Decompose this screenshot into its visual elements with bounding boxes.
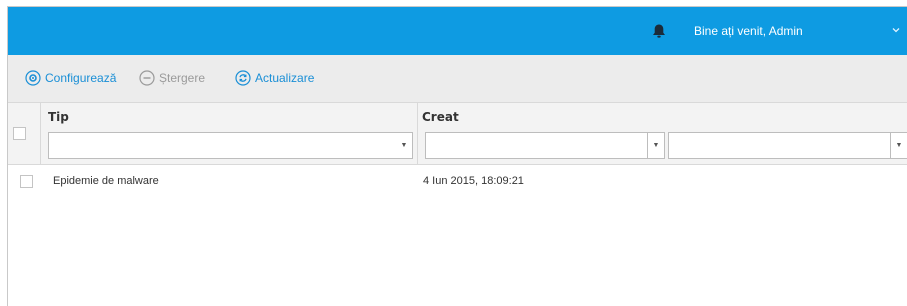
dropdown-arrow-icon: ▼ [647,133,664,158]
welcome-user-menu[interactable]: Bine ați venit, Admin [694,24,803,38]
table-header: Tip ▼ Creat ▼ ▼ [8,102,907,165]
row-checkbox[interactable] [20,175,33,188]
refresh-icon [235,70,251,86]
column-header-type[interactable]: Tip [48,110,69,124]
chevron-down-icon[interactable] [891,25,901,35]
refresh-label: Actualizare [255,71,315,85]
minus-circle-icon [139,70,155,86]
table-row[interactable]: Epidemie de malware 4 Iun 2015, 18:09:21 [8,165,907,199]
dropdown-arrow-icon: ▼ [890,133,907,158]
row-type: Epidemie de malware [53,175,159,187]
gear-circle-icon [25,70,41,86]
dropdown-arrow-icon: ▼ [400,142,408,149]
column-divider [417,103,418,164]
delete-button[interactable]: Ștergere [139,69,205,87]
type-filter-select[interactable]: ▼ [48,132,413,159]
column-divider [40,103,41,164]
created-filter-operator[interactable]: ▼ [425,132,665,159]
configure-label: Configurează [45,71,117,85]
configure-button[interactable]: Configurează [25,69,116,87]
select-all-checkbox[interactable] [13,127,26,140]
column-header-created[interactable]: Creat [422,110,459,124]
toolbar: Configurează Ștergere Actualizare [8,55,907,102]
row-created: 4 Iun 2015, 18:09:21 [423,175,524,187]
delete-label: Ștergere [159,71,206,85]
bell-icon[interactable] [651,23,667,39]
top-bar: Bine ați venit, Admin [8,7,907,55]
app-window: Bine ați venit, Admin Configurează Șterg… [7,6,907,306]
created-filter-value[interactable]: ▼ [668,132,907,159]
refresh-button[interactable]: Actualizare [235,69,314,87]
